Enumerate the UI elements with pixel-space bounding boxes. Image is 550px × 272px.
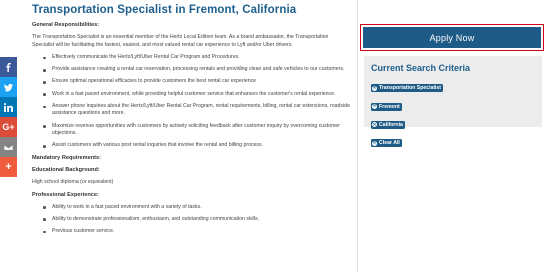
search-criteria-panel: Current Search Criteria ✕ Transportation … (364, 56, 542, 147)
chip-label: Transportation Specialist (379, 85, 441, 92)
list-item: Provide assistance creating a rental car… (32, 66, 350, 74)
list-item: Assist customers with various post renta… (32, 142, 350, 150)
apply-button-highlight: Apply Now (360, 24, 544, 51)
remove-icon: ✕ (372, 85, 377, 91)
list-item: Effectively communicate the Hertz/Lyft/U… (32, 54, 350, 62)
list-item: Ensure optimal operational efficacies to… (32, 78, 350, 86)
experience-list: Ability to work in a fast paced environm… (32, 204, 350, 236)
responsibilities-list: Effectively communicate the Hertz/Lyft/U… (32, 54, 350, 150)
list-item: Work in a fast paced environment, while … (32, 91, 350, 99)
google-plus-share-button[interactable]: G+ (0, 117, 17, 137)
more-share-button[interactable]: + (0, 157, 17, 177)
criteria-chip-california[interactable]: ✕ California (371, 120, 405, 129)
remove-icon: ✕ (372, 103, 377, 109)
list-item: Maximize revenue opportunities with cust… (32, 123, 350, 138)
job-title: Transportation Specialist in Fremont, Ca… (32, 4, 297, 16)
twitter-icon (4, 83, 13, 91)
email-icon (4, 143, 13, 151)
professional-experience-heading: Professional Experience: (32, 191, 99, 198)
apply-now-button[interactable]: Apply Now (363, 27, 541, 48)
social-share-bar: G+ + (0, 57, 17, 177)
job-description: Transportation Specialist in Fremont, Ca… (32, 0, 350, 240)
chip-label: California (379, 121, 403, 128)
criteria-chip-transportation-specialist[interactable]: ✕ Transportation Specialist (371, 84, 443, 93)
list-item: Previous customer service. (32, 228, 350, 236)
remove-icon: ✕ (372, 121, 377, 128)
column-divider (357, 0, 358, 272)
linkedin-icon (4, 102, 13, 112)
mandatory-requirements-heading: Mandatory Requirements: (32, 154, 102, 161)
chip-label: Clear All (379, 140, 400, 146)
education-value: High school diploma (or equivalent) (32, 178, 114, 185)
facebook-share-button[interactable] (0, 57, 17, 77)
chip-label: Fremont (379, 103, 400, 110)
criteria-chip-fremont[interactable]: ✕ Fremont (371, 102, 402, 111)
remove-icon: ✕ (372, 139, 377, 146)
list-item: Ability to work in a fast paced environm… (32, 204, 350, 212)
linkedin-share-button[interactable] (0, 97, 17, 117)
google-plus-icon: G+ (2, 122, 15, 132)
general-responsibilities-heading: General Responsibilities: (32, 22, 100, 28)
search-criteria-title: Current Search Criteria (371, 63, 471, 73)
twitter-share-button[interactable] (0, 77, 17, 97)
job-intro: The Transportation Specialist is an esse… (32, 34, 329, 48)
list-item: Answer phone inquiries about the Hertz/L… (32, 103, 350, 118)
email-share-button[interactable] (0, 137, 17, 157)
more-share-icon: + (5, 161, 12, 173)
clear-all-button[interactable]: ✕ Clear All (371, 139, 402, 147)
educational-background-heading: Educational Background: (32, 166, 100, 173)
facebook-icon (6, 62, 11, 72)
list-item: Ability to demonstrate professionalism, … (32, 216, 350, 224)
